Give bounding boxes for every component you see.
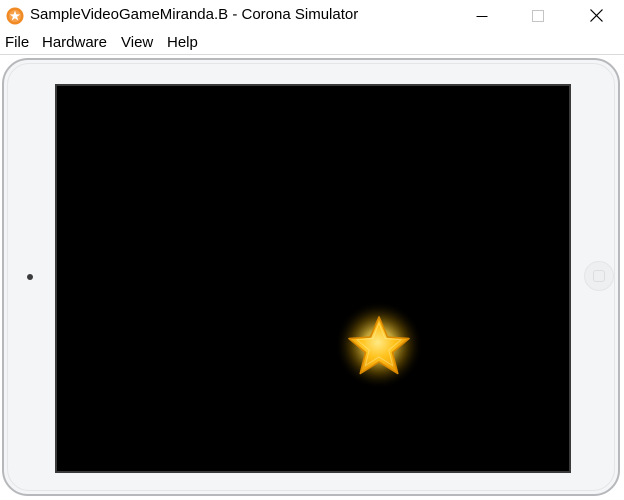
corona-simulator-icon bbox=[6, 7, 24, 25]
front-camera bbox=[27, 274, 33, 280]
star-icon[interactable] bbox=[334, 300, 424, 390]
title-bar: SampleVideoGameMiranda.B - Corona Simula… bbox=[0, 0, 624, 31]
menu-help[interactable]: Help bbox=[167, 34, 198, 51]
screen-bezel bbox=[55, 84, 571, 473]
menu-view[interactable]: View bbox=[121, 34, 153, 51]
menu-file[interactable]: File bbox=[5, 34, 29, 51]
game-screen[interactable] bbox=[57, 86, 569, 471]
home-button[interactable] bbox=[584, 261, 614, 291]
close-button[interactable] bbox=[573, 0, 619, 31]
maximize-button[interactable] bbox=[515, 0, 561, 31]
close-icon bbox=[589, 9, 603, 22]
home-button-icon bbox=[593, 270, 605, 282]
minimize-icon bbox=[476, 15, 488, 17]
menu-divider bbox=[0, 54, 624, 55]
tablet-device-frame bbox=[2, 58, 620, 496]
maximize-icon bbox=[532, 9, 544, 22]
menu-hardware[interactable]: Hardware bbox=[42, 34, 107, 51]
menu-bar: File Hardware View Help bbox=[0, 31, 624, 54]
minimize-button[interactable] bbox=[459, 0, 505, 31]
window-title: SampleVideoGameMiranda.B - Corona Simula… bbox=[30, 6, 359, 23]
